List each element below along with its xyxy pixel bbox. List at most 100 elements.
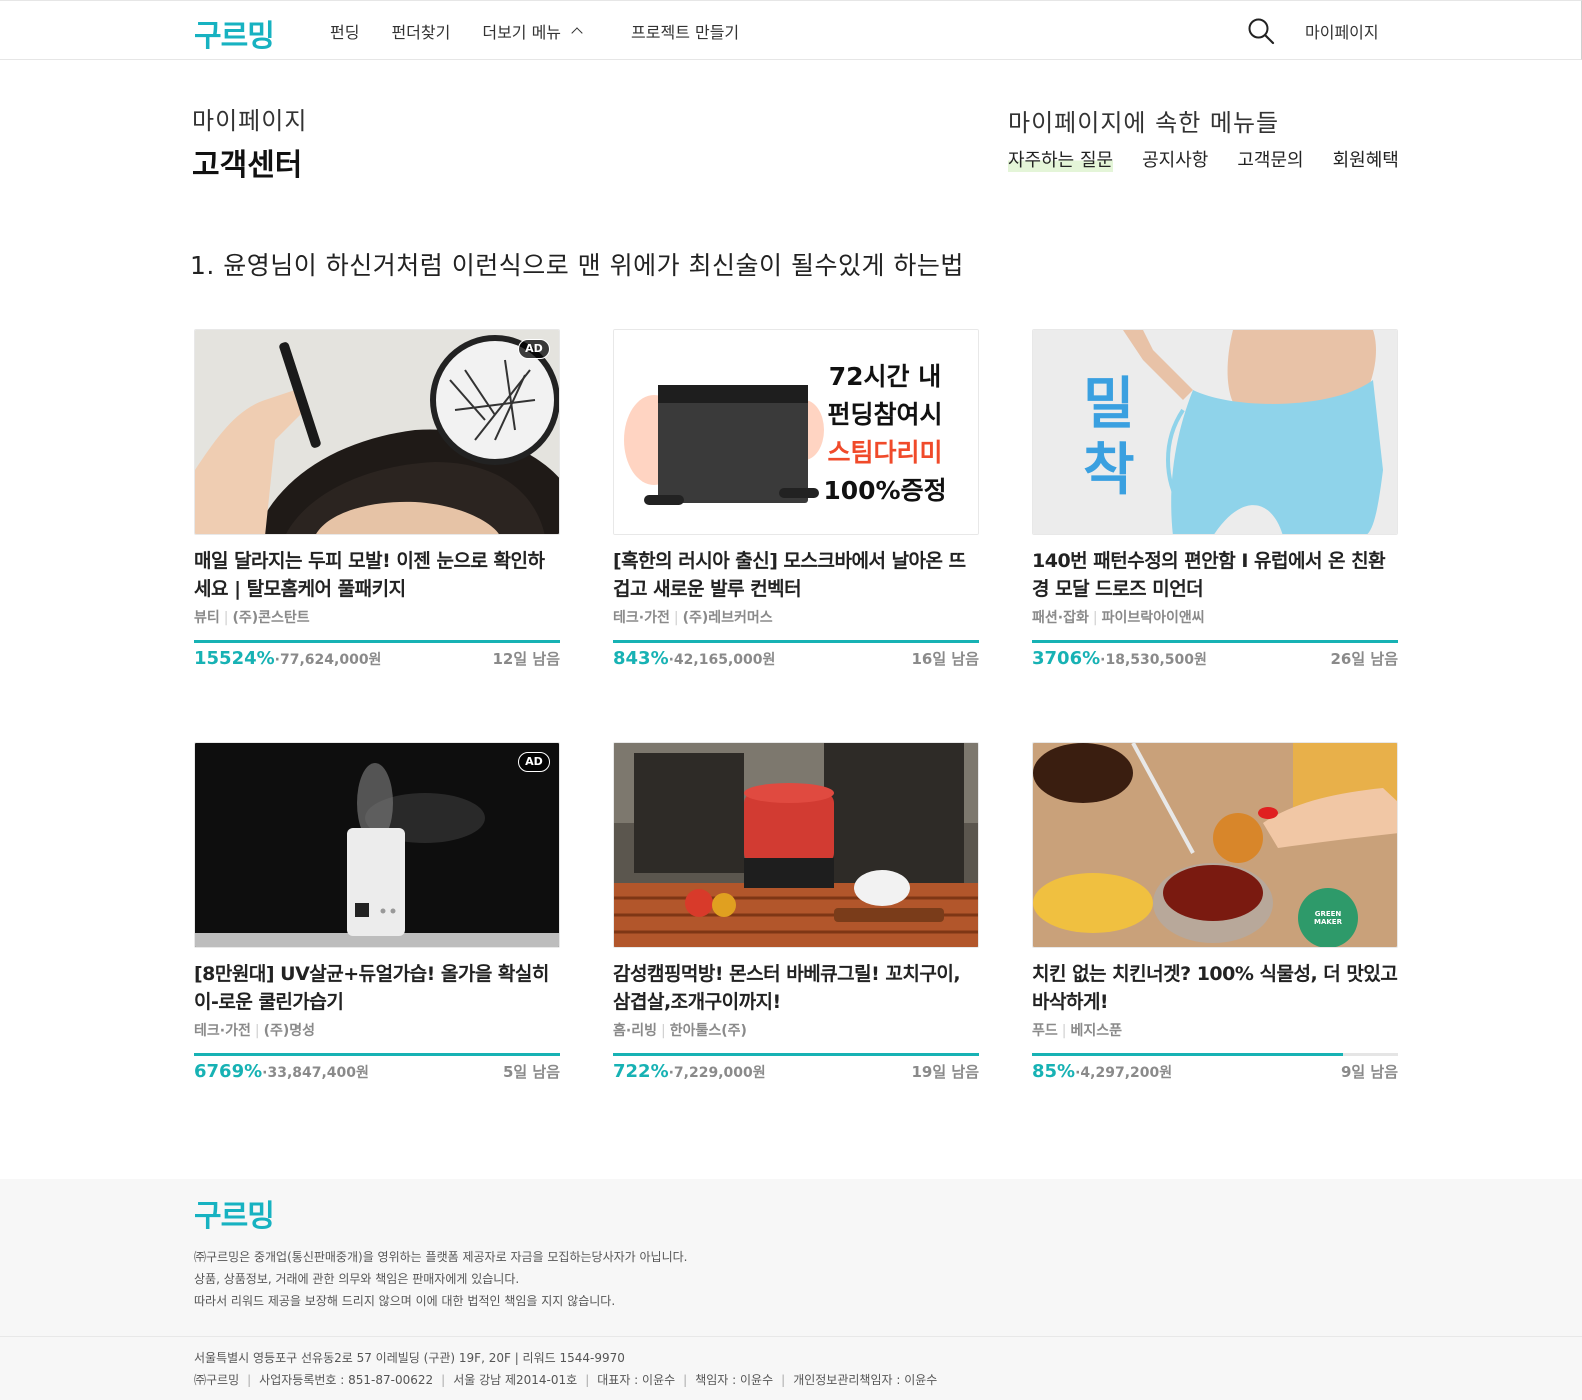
footer: 구르밍 ㈜구르밍은 중개업(통신판매중개)을 영위하는 플랫폼 제공자로 자금을…	[0, 1179, 1582, 1400]
funding-amount: ·18,530,500원	[1100, 652, 1207, 668]
project-thumbnail[interactable]: AD	[194, 742, 560, 948]
project-company: 한아툴스(주)	[669, 1023, 747, 1039]
bbq-grill-image	[614, 743, 978, 947]
days-left: 9일 남음	[1340, 1063, 1398, 1081]
humidifier-image	[195, 743, 559, 947]
project-meta: 테크·가전 | (주)레브커머스	[613, 610, 773, 626]
nav-more-label: 더보기 메뉴	[482, 23, 562, 42]
project-card[interactable]: 밀 착 140번 패턴수정의 편안함 I 유럽에서 온 친환경 모달 드로즈 미…	[1032, 329, 1398, 669]
project-thumbnail[interactable]: 72시간 내 펀딩참여시 스팀다리미 100%증정	[613, 329, 979, 535]
project-title[interactable]: [혹한의 러시아 출신] 모스크바에서 날아온 뜨겁고 새로운 발루 컨벡터	[613, 547, 979, 603]
search-icon[interactable]	[1247, 17, 1275, 45]
funding-stats: 843% ·42,165,000원 16일 남음	[613, 648, 979, 669]
nav-funding[interactable]: 펀딩	[330, 19, 359, 43]
footer-address: 서울특별시 영등포구 선유동2로 57 이레빌딩 (구관) 19F, 20F |…	[194, 1351, 625, 1365]
project-title[interactable]: [8만원대] UV살균+듀얼가습! 올가을 확실히 이-로운 쿨린가습기	[194, 960, 560, 1016]
funding-progress-bar	[1032, 640, 1398, 643]
funding-progress-bar	[194, 1053, 560, 1056]
section-title: 1. 윤영님이 하신거처럼 이런식으로 맨 위에가 최신술이 될수있게 하는법	[190, 251, 964, 280]
project-card[interactable]: AD 매일 달라지는 두피 모발! 이젠 눈으로 확인하세요 | 탈모홈케어 풀…	[194, 329, 560, 669]
funding-amount: ·33,847,400원	[262, 1065, 369, 1081]
footer-divider	[0, 1336, 1582, 1337]
project-title[interactable]: 140번 패턴수정의 편안함 I 유럽에서 온 친환경 모달 드로즈 미언더	[1032, 547, 1398, 603]
funding-percent: 843%	[613, 648, 669, 669]
project-category: 패션·잡화	[1032, 610, 1089, 626]
site-logo[interactable]: 구르밍	[194, 11, 275, 55]
funding-percent: 15524%	[194, 648, 275, 669]
mypage-link[interactable]: 마이페이지	[1305, 19, 1379, 43]
funding-percent: 85%	[1032, 1061, 1076, 1082]
nav-find-funder[interactable]: 펀더찾기	[391, 19, 450, 43]
project-meta: 홈·리빙 | 한아툴스(주)	[613, 1023, 747, 1039]
funding-progress-bar	[613, 1053, 979, 1056]
days-left: 19일 남음	[911, 1063, 980, 1081]
project-category: 뷰티	[194, 610, 220, 626]
side-menu: 자주하는 질문 공지사항 고객문의 회원혜택	[1008, 146, 1428, 172]
funding-percent: 3706%	[1032, 648, 1101, 669]
project-category: 테크·가전	[194, 1023, 251, 1039]
top-navigation-bar: 구르밍 펀딩 펀더찾기 더보기 메뉴 프로젝트 만들기 마이페이지	[0, 0, 1582, 60]
project-company: (주)레브커머스	[682, 610, 773, 626]
project-category: 푸드	[1032, 1023, 1058, 1039]
project-company: 베지스푼	[1070, 1023, 1123, 1039]
page-title: 고객센터	[192, 148, 303, 183]
days-left: 5일 남음	[502, 1063, 560, 1081]
funding-percent: 6769%	[194, 1061, 263, 1082]
side-menu-benefits[interactable]: 회원혜택	[1333, 146, 1399, 172]
project-meta: 뷰티 | (주)콘스탄트	[194, 610, 310, 626]
footer-logo[interactable]: 구르밍	[194, 1191, 275, 1235]
funding-amount: ·77,624,000원	[274, 652, 382, 668]
funding-stats: 6769% ·33,847,400원 5일 남음	[194, 1061, 560, 1082]
project-thumbnail[interactable]	[613, 742, 979, 948]
footer-company-info: 서울특별시 영등포구 선유동2로 57 이레빌딩 (구관) 19F, 20F |…	[194, 1347, 937, 1391]
funding-stats: 85% ·4,297,200원 9일 남음	[1032, 1061, 1398, 1082]
days-left: 26일 남음	[1330, 650, 1399, 668]
side-menu-faq[interactable]: 자주하는 질문	[1008, 146, 1114, 172]
promo-text: 72시간 내 펀딩참여시 스팀다리미 100%증정	[823, 362, 947, 505]
ad-badge: AD	[518, 339, 550, 359]
project-thumbnail[interactable]: GREEN MAKER	[1032, 742, 1398, 948]
breadcrumb: 마이페이지	[192, 107, 308, 135]
nav-create-project[interactable]: 프로젝트 만들기	[631, 19, 739, 43]
main-nav: 펀딩 펀더찾기 더보기 메뉴 프로젝트 만들기	[330, 19, 771, 43]
scalp-care-image	[195, 330, 559, 534]
project-title[interactable]: 치킨 없는 치킨너겟? 100% 식물성, 더 맛있고 바삭하게!	[1032, 960, 1398, 1016]
project-company: (주)명성	[263, 1023, 315, 1039]
days-left: 16일 남음	[911, 650, 980, 668]
project-card[interactable]: AD [8만원대] UV살균+듀얼가습! 올가을 확실히 이-로운 쿨린가습기 …	[194, 742, 560, 1082]
funding-percent: 722%	[613, 1061, 669, 1082]
nav-more-menu[interactable]: 더보기 메뉴	[482, 19, 583, 43]
green-maker-logo: GREEN MAKER	[1314, 910, 1342, 926]
project-meta: 테크·가전 | (주)명성	[194, 1023, 315, 1039]
project-title[interactable]: 매일 달라지는 두피 모발! 이젠 눈으로 확인하세요 | 탈모홈케어 풀패키지	[194, 547, 560, 603]
ad-badge: AD	[518, 752, 550, 772]
footer-disclaimer: ㈜구르밍은 중개업(통신판매중개)을 영위하는 플랫폼 제공자로 자금을 모집하…	[194, 1250, 688, 1308]
funding-amount: ·7,229,000원	[668, 1065, 766, 1081]
funding-stats: 722% ·7,229,000원 19일 남음	[613, 1061, 979, 1082]
funding-amount: ·4,297,200원	[1075, 1065, 1173, 1081]
project-category: 홈·리빙	[613, 1023, 657, 1039]
project-company: (주)콘스탄트	[232, 610, 310, 626]
project-meta: 패션·잡화 | 파이브락아이앤씨	[1032, 610, 1205, 626]
funding-progress-bar	[1032, 1053, 1398, 1056]
chevron-up-icon	[571, 27, 583, 39]
project-card[interactable]: 감성캠핑먹방! 몬스터 바베큐그릴! 꼬치구이, 삼겹살,조개구이까지! 홈·리…	[613, 742, 979, 1082]
project-meta: 푸드 | 베지스푼	[1032, 1023, 1123, 1039]
project-category: 테크·가전	[613, 610, 670, 626]
project-card[interactable]: 72시간 내 펀딩참여시 스팀다리미 100%증정 [혹한의 러시아 출신] 모…	[613, 329, 979, 669]
project-thumbnail[interactable]: 밀 착	[1032, 329, 1398, 535]
side-menu-inquiry[interactable]: 고객문의	[1237, 146, 1303, 172]
side-menu-title: 마이페이지에 속한 메뉴들	[1008, 109, 1280, 137]
funding-stats: 15524% ·77,624,000원 12일 남음	[194, 648, 560, 669]
days-left: 12일 남음	[492, 650, 561, 668]
funding-amount: ·42,165,000원	[668, 652, 776, 668]
funding-progress-bar	[613, 640, 979, 643]
funding-stats: 3706% ·18,530,500원 26일 남음	[1032, 648, 1398, 669]
funding-progress-bar	[194, 640, 560, 643]
project-thumbnail[interactable]: AD	[194, 329, 560, 535]
project-company: 파이브락아이앤씨	[1101, 610, 1205, 626]
promo-text: 밀 착	[1083, 372, 1135, 503]
side-menu-notice[interactable]: 공지사항	[1142, 146, 1208, 172]
project-title[interactable]: 감성캠핑먹방! 몬스터 바베큐그릴! 꼬치구이, 삼겹살,조개구이까지!	[613, 960, 979, 1016]
project-card[interactable]: GREEN MAKER 치킨 없는 치킨너겟? 100% 식물성, 더 맛있고 …	[1032, 742, 1398, 1082]
